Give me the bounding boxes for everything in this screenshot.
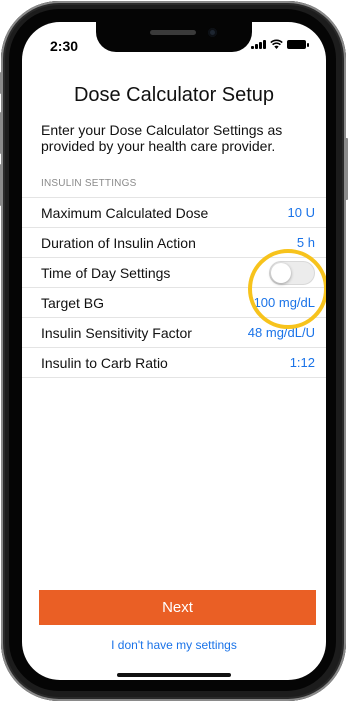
no-settings-link[interactable]: I don't have my settings (22, 638, 326, 652)
setting-row-insulin-to-carb-ratio[interactable]: Insulin to Carb Ratio 1:12 (22, 348, 326, 378)
setting-row-maximum-calculated-dose[interactable]: Maximum Calculated Dose 10 U (22, 198, 326, 228)
setting-label: Maximum Calculated Dose (41, 204, 209, 221)
page-subtitle: Enter your Dose Calculator Settings as p… (41, 122, 283, 154)
setting-value: 10 U (287, 205, 315, 220)
front-camera (208, 28, 217, 37)
cellular-signal-icon (251, 39, 266, 49)
volume-down-button (0, 164, 3, 206)
setting-value: 1:12 (289, 355, 315, 370)
section-header-insulin-settings: INSULIN SETTINGS (41, 178, 137, 189)
speaker-grille (150, 30, 196, 35)
setting-label: Duration of Insulin Action (41, 234, 196, 251)
next-button[interactable]: Next (39, 590, 316, 625)
page-title: Dose Calculator Setup (73, 84, 275, 106)
wifi-icon (270, 39, 283, 49)
silent-switch (0, 72, 3, 94)
setting-label: Insulin Sensitivity Factor (41, 324, 192, 341)
notch (96, 22, 252, 52)
setting-label: Time of Day Settings (41, 264, 171, 281)
setting-value: 5 h (296, 235, 315, 250)
highlight-circle (248, 249, 326, 329)
setting-label: Target BG (41, 294, 105, 311)
volume-up-button (0, 112, 3, 154)
power-button (345, 138, 348, 200)
battery-icon (287, 40, 309, 49)
home-indicator[interactable] (117, 673, 231, 677)
screen: 2:30 Dose Calculator Setup Enter your Do… (22, 22, 326, 680)
setting-label: Insulin to Carb Ratio (41, 354, 168, 371)
status-time: 2:30 (50, 38, 79, 54)
status-icons (251, 39, 309, 49)
